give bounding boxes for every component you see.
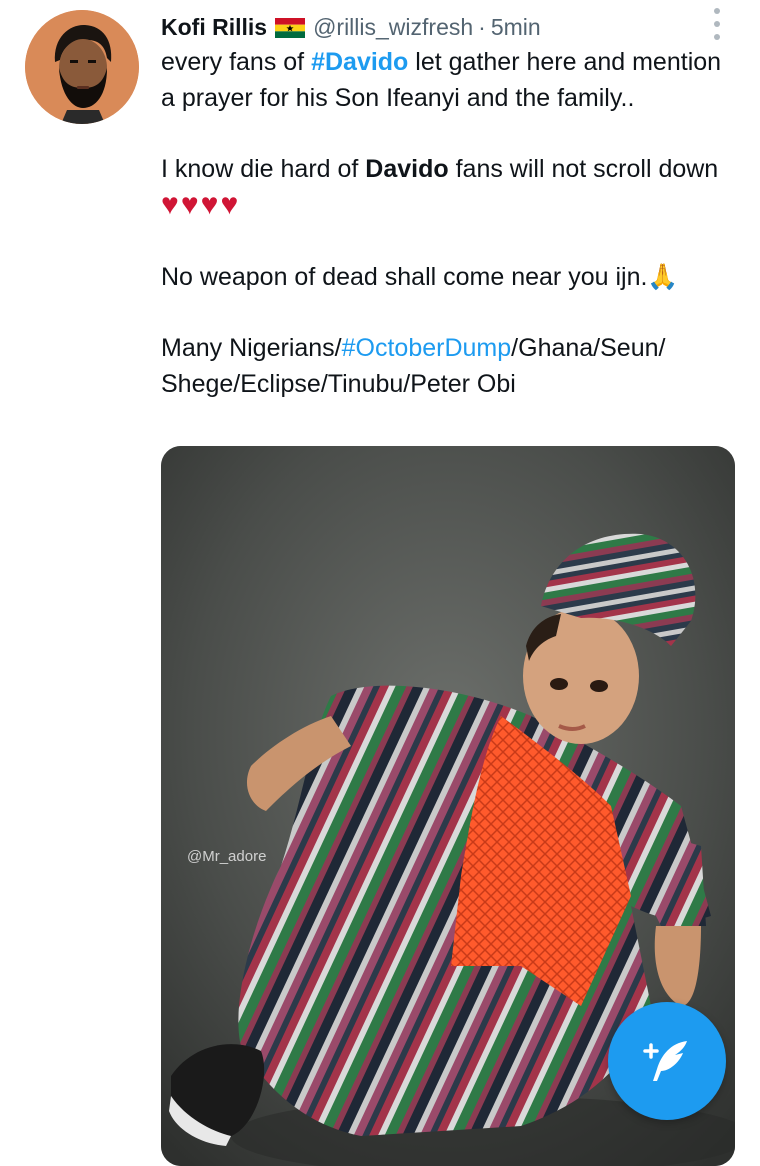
hearts-emoji: ♥♥♥♥	[161, 188, 241, 221]
photo-watermark: @Mr_adore	[187, 848, 267, 865]
text-line1-pre: every fans of	[161, 48, 312, 76]
text-line2-pre: I know die hard of	[161, 154, 366, 183]
pray-emoji: 🙏	[647, 263, 679, 291]
text-line2-post: fans will not scroll down	[448, 154, 719, 183]
tweet-paragraph-2: I know die hard of Davido fans will not …	[161, 152, 731, 225]
hashtag-davido[interactable]: #Davido	[311, 48, 408, 76]
display-name[interactable]: Kofi Rillis	[161, 14, 267, 41]
tweet-paragraph-3: No weapon of dead shall come near you ij…	[161, 260, 731, 296]
avatar[interactable]	[25, 10, 139, 124]
timestamp[interactable]: 5min	[491, 14, 541, 41]
text-line3: No weapon of dead shall come near you ij…	[161, 263, 648, 291]
user-handle[interactable]: @rillis_wizfresh	[313, 14, 473, 41]
tweet-text: every fans of #Davido let gather here an…	[161, 45, 731, 402]
compose-tweet-button[interactable]	[608, 1002, 726, 1120]
tweet-header: Kofi Rillis @rillis_wizfresh · 5min	[161, 11, 541, 43]
compose-tweet-icon	[643, 1041, 687, 1081]
text-line4-pre: Many Nigerians/	[161, 334, 342, 362]
avatar-illustration	[25, 10, 139, 124]
hashtag-octoberdump[interactable]: #OctoberDump	[342, 334, 512, 362]
ghana-flag-icon	[275, 17, 306, 38]
bold-davido: Davido	[365, 154, 449, 183]
separator-dot: ·	[478, 13, 486, 40]
tweet-paragraph-4: Many Nigerians/#OctoberDump/Ghana/Seun/ …	[161, 331, 731, 402]
tweet-paragraph-1: every fans of #Davido let gather here an…	[161, 45, 731, 116]
more-options-icon[interactable]	[708, 8, 726, 40]
